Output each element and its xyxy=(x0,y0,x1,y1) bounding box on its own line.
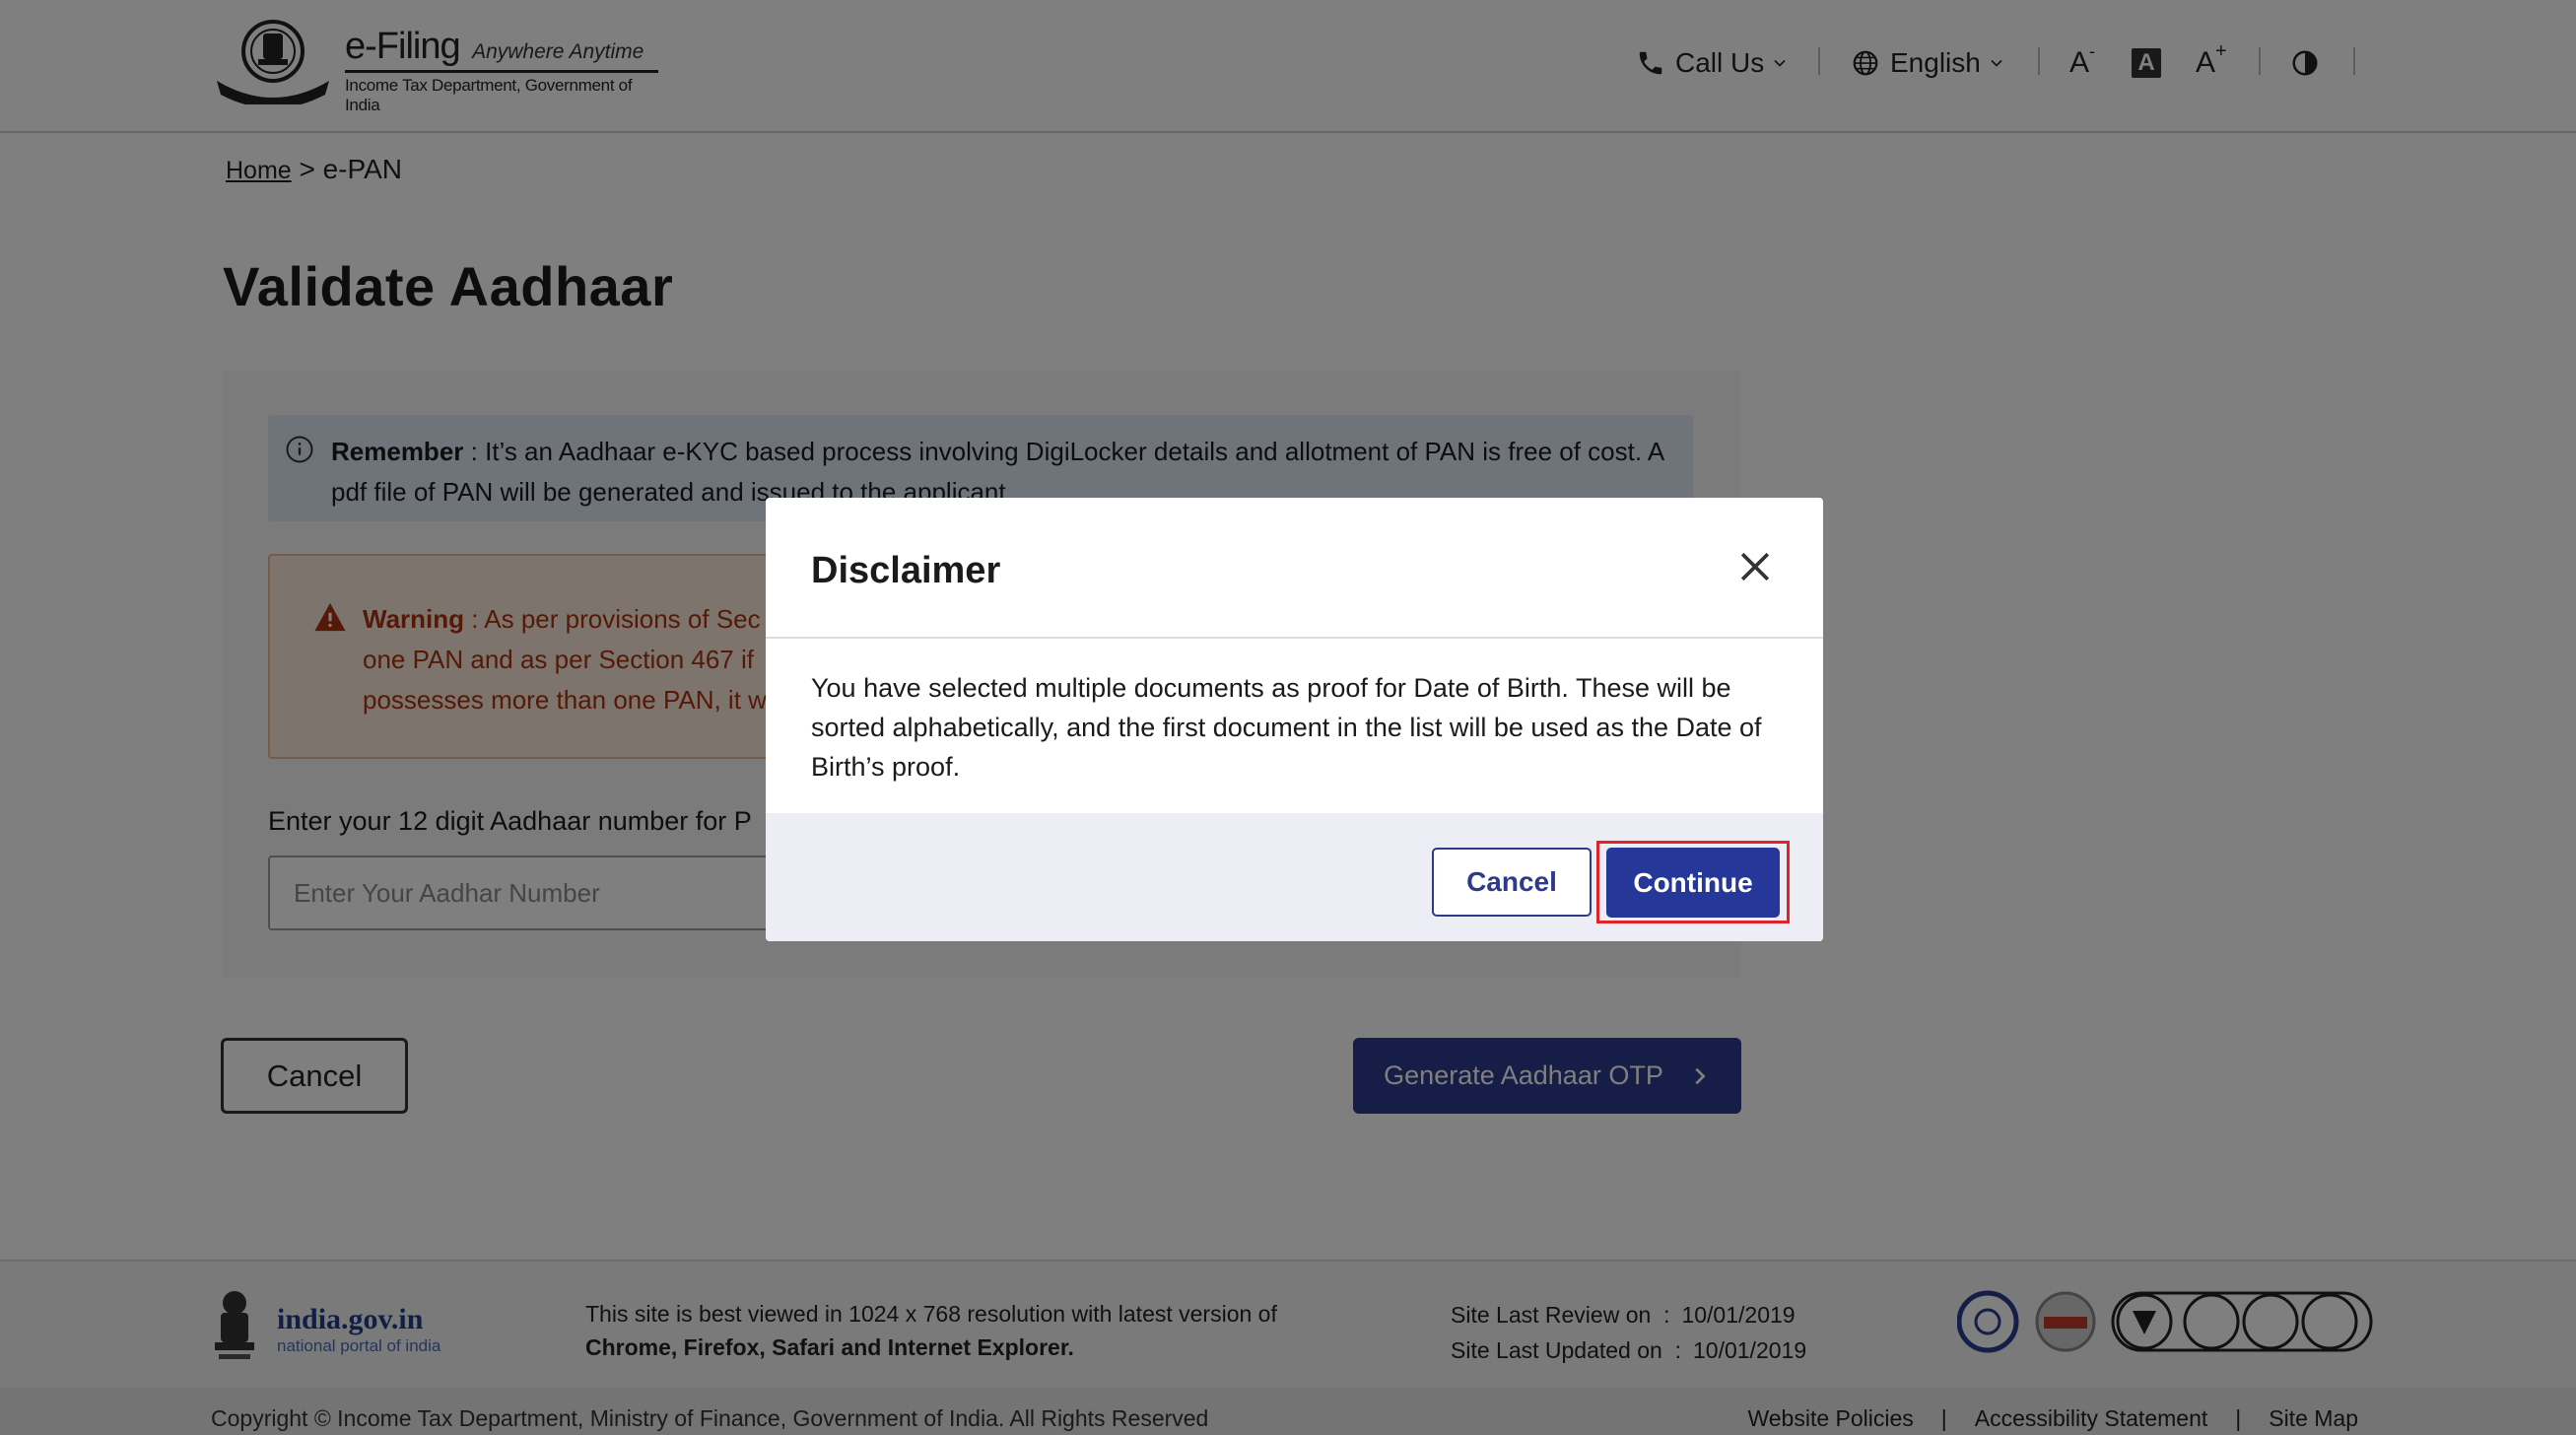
dialog-close-button[interactable] xyxy=(1733,545,1777,588)
dialog-message: You have selected multiple documents as … xyxy=(811,673,1762,782)
disclaimer-dialog: Disclaimer You have selected multiple do… xyxy=(766,498,1823,941)
dialog-title: Disclaimer xyxy=(811,550,1001,591)
close-icon xyxy=(1740,552,1770,581)
dialog-header: Disclaimer xyxy=(766,498,1823,639)
dialog-continue-button[interactable]: Continue xyxy=(1606,848,1780,918)
dialog-cancel-button[interactable]: Cancel xyxy=(1432,848,1592,917)
